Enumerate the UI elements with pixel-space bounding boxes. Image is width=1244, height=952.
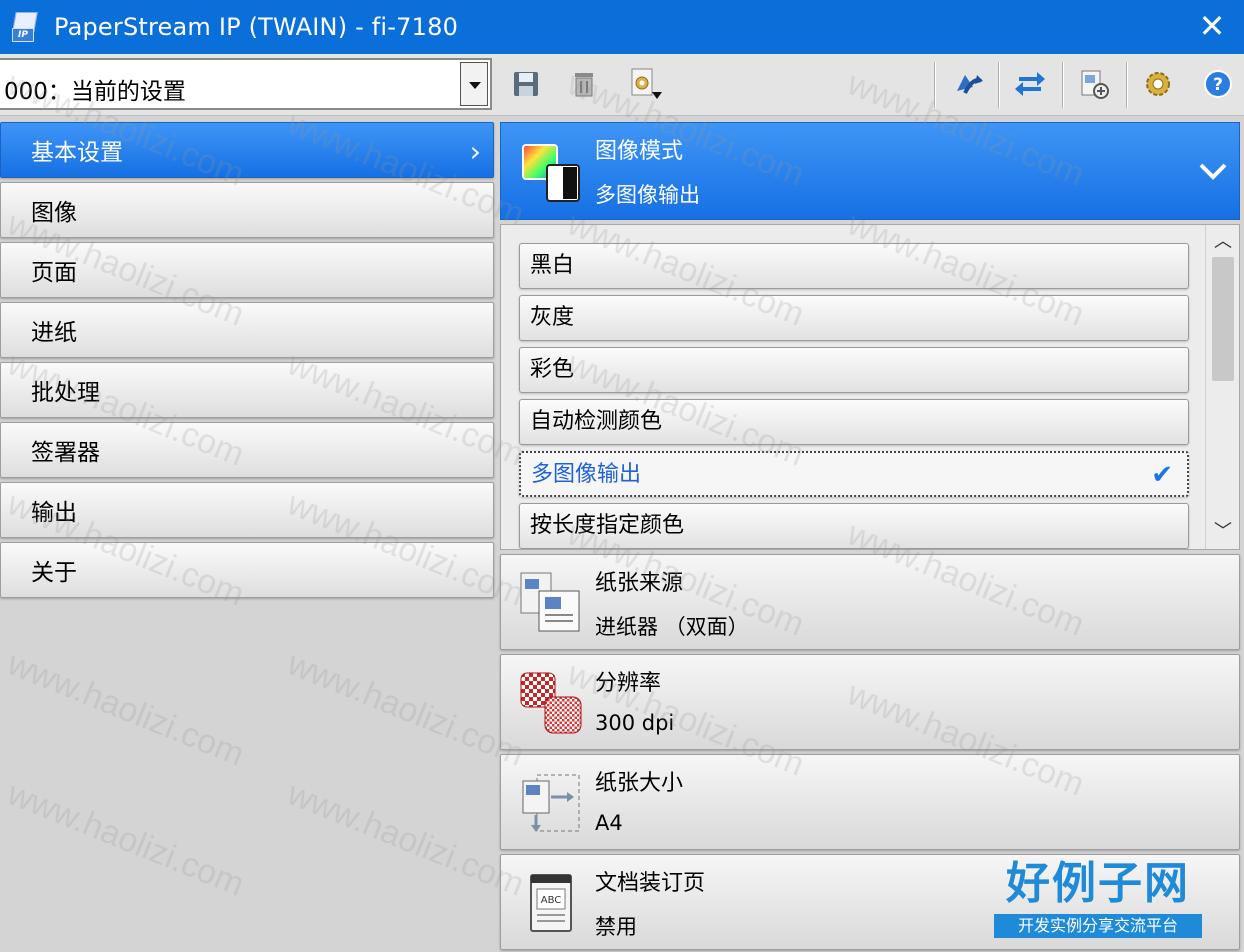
delete-icon[interactable] — [566, 66, 602, 102]
window-title: PaperStream IP (TWAIN) - fi-7180 — [54, 13, 459, 41]
option-grayscale[interactable]: 灰度 — [519, 295, 1189, 341]
option-auto-color-detect[interactable]: 自动检测颜色 — [519, 399, 1189, 445]
image-mode-header[interactable]: 图像模式 多图像输出 — [500, 122, 1240, 220]
option-label: 按长度指定颜色 — [530, 513, 685, 538]
document-binding-icon: ABC — [517, 869, 585, 937]
setting-title: 纸张来源 — [595, 571, 684, 596]
scroll-up-icon[interactable]: ︿ — [1206, 227, 1239, 257]
watermark: www.haolizi.com — [282, 774, 530, 904]
close-button[interactable]: ✕ — [1194, 8, 1230, 44]
sidebar-item-label: 页面 — [31, 260, 77, 286]
image-mode-icon — [519, 139, 585, 205]
profile-select-value: 000：当前的设置 — [4, 79, 186, 105]
sidebar-item-basic-settings[interactable]: 基本设置 › — [0, 122, 494, 178]
sidebar-item-label: 基本设置 — [31, 140, 123, 166]
toolbar-separator — [934, 62, 936, 108]
preview-icon[interactable] — [1076, 66, 1112, 102]
sidebar-item-image[interactable]: 图像 — [0, 182, 494, 238]
check-icon: ✔ — [1151, 460, 1173, 490]
setting-resolution[interactable]: 分辨率 300 dpi — [500, 654, 1240, 750]
option-label: 灰度 — [530, 305, 575, 330]
setting-value: 进纸器 （双面） — [595, 615, 749, 639]
profile-select[interactable]: 000：当前的设置 — [0, 58, 492, 110]
sidebar-item-label: 批处理 — [31, 380, 100, 406]
setting-title: 分辨率 — [595, 671, 662, 696]
svg-text:ABC: ABC — [541, 895, 562, 906]
setting-value: A4 — [595, 811, 623, 835]
sidebar-item-output[interactable]: 输出 — [0, 482, 494, 538]
sidebar-item-label: 图像 — [31, 200, 77, 226]
chevron-down-icon[interactable] — [460, 62, 488, 106]
sidebar-item-page[interactable]: 页面 — [0, 242, 494, 298]
chevron-down-icon[interactable] — [1195, 153, 1231, 189]
gear-icon[interactable] — [1140, 66, 1176, 102]
toolbar-separator — [998, 62, 1000, 108]
setting-title: 文档装订页 — [595, 871, 706, 896]
paper-source-icon — [517, 569, 585, 637]
sidebar-item-label: 输出 — [31, 500, 77, 526]
setting-title: 纸张大小 — [595, 771, 684, 796]
profile-settings-icon[interactable] — [628, 66, 664, 102]
app-icon: IP — [10, 10, 44, 44]
setting-paper-size[interactable]: 纸张大小 A4 — [500, 754, 1240, 850]
image-mode-options: 黑白 灰度 彩色 自动检测颜色 多图像输出 ✔ 按长度指定颜色 ︿ ﹀ — [500, 224, 1240, 550]
sidebar-item-feed[interactable]: 进纸 — [0, 302, 494, 358]
sidebar-item-batch[interactable]: 批处理 — [0, 362, 494, 418]
brand-title: 好例子网 — [1006, 858, 1190, 909]
option-label: 多图像输出 — [531, 462, 642, 487]
image-mode-value: 多图像输出 — [595, 183, 700, 207]
scrollbar[interactable]: ︿ ﹀ — [1205, 225, 1239, 549]
brand-logo: 好例子网 开发实例分享交流平台 — [994, 856, 1202, 942]
option-label: 自动检测颜色 — [530, 409, 663, 434]
toolbar-separator — [1126, 62, 1128, 108]
image-mode-title: 图像模式 — [595, 139, 684, 164]
toolbar: 000：当前的设置 ? — [0, 54, 1244, 116]
scroll-down-icon[interactable]: ﹀ — [1206, 517, 1239, 547]
title-bar: IP PaperStream IP (TWAIN) - fi-7180 ✕ — [0, 0, 1244, 54]
swap-icon[interactable] — [1012, 66, 1048, 102]
scan-icon[interactable] — [950, 66, 986, 102]
sidebar: 基本设置 › 图像 页面 进纸 批处理 签署器 输出 关于 — [0, 122, 494, 602]
help-icon[interactable]: ? — [1200, 66, 1236, 102]
option-label: 彩色 — [530, 357, 575, 382]
sidebar-item-about[interactable]: 关于 — [0, 542, 494, 598]
save-icon[interactable] — [508, 66, 544, 102]
chevron-right-icon: › — [469, 135, 481, 168]
brand-subtitle: 开发实例分享交流平台 — [994, 914, 1202, 938]
watermark: www.haolizi.com — [2, 774, 250, 904]
option-black-white[interactable]: 黑白 — [519, 243, 1189, 289]
setting-paper-source[interactable]: 纸张来源 进纸器 （双面） — [500, 554, 1240, 650]
scrollbar-thumb[interactable] — [1212, 257, 1234, 381]
sidebar-item-label: 签署器 — [31, 440, 100, 466]
sidebar-item-label: 进纸 — [31, 320, 77, 346]
option-color[interactable]: 彩色 — [519, 347, 1189, 393]
toolbar-separator — [1062, 62, 1064, 108]
svg-text:?: ? — [1213, 75, 1223, 95]
setting-value: 300 dpi — [595, 711, 675, 735]
option-label: 黑白 — [530, 253, 575, 278]
watermark: www.haolizi.com — [282, 644, 530, 774]
option-color-by-length[interactable]: 按长度指定颜色 — [519, 503, 1189, 549]
sidebar-item-label: 关于 — [31, 560, 77, 586]
watermark: www.haolizi.com — [2, 644, 250, 774]
setting-value: 禁用 — [595, 915, 637, 939]
sidebar-item-imprinter[interactable]: 签署器 — [0, 422, 494, 478]
paper-size-icon — [517, 769, 585, 837]
option-multi-image-output[interactable]: 多图像输出 ✔ — [519, 451, 1189, 497]
resolution-icon — [517, 669, 585, 737]
